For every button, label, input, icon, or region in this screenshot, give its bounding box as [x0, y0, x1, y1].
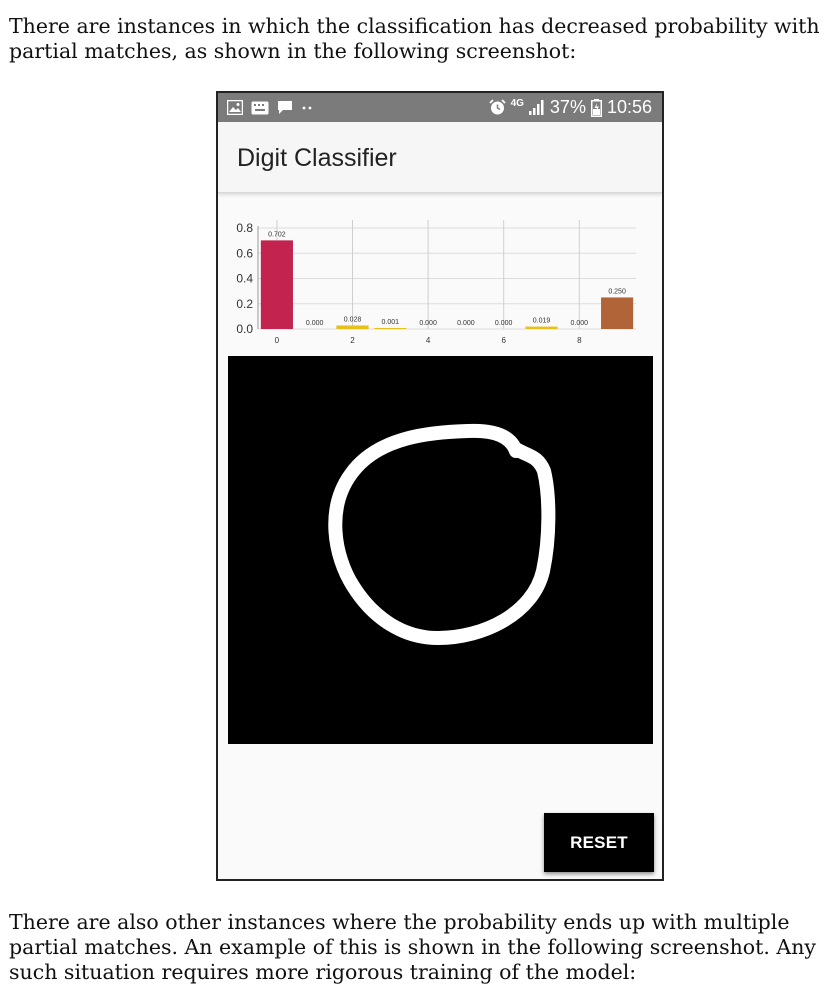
- followup-paragraph: There are also other instances where the…: [9, 910, 816, 984]
- more-dots-icon: [302, 106, 312, 109]
- y-tick-label: 0.8: [236, 221, 253, 235]
- signal-icon: [528, 100, 544, 115]
- bar-digit-3: [374, 328, 407, 329]
- app-bar: Digit Classifier: [218, 122, 662, 193]
- bar-value-label: 0.250: [608, 288, 626, 295]
- bar-digit-2: [336, 325, 369, 329]
- status-bar: 4G 37% 10:56: [218, 93, 662, 122]
- bar-digit-9: [601, 297, 634, 329]
- battery-percent: 37%: [549, 97, 586, 117]
- image-icon: [227, 100, 243, 115]
- y-tick-label: 0.6: [236, 246, 253, 260]
- bar-value-label: 0.000: [419, 320, 437, 327]
- x-tick-label: 6: [501, 336, 506, 345]
- network-4g-icon: 4G: [510, 97, 524, 109]
- x-tick-label: 8: [577, 336, 582, 345]
- x-tick-label: 2: [350, 336, 355, 345]
- bar-value-label: 0.702: [268, 231, 286, 238]
- chat-bubble-icon: [278, 101, 292, 114]
- bar-digit-7: [525, 326, 558, 329]
- intro-paragraph: There are instances in which the classif…: [9, 14, 820, 63]
- x-tick-label: 0: [275, 336, 280, 345]
- app-title: Digit Classifier: [237, 144, 397, 172]
- y-tick-label: 0.2: [236, 297, 253, 311]
- alarm-icon: [488, 99, 506, 115]
- drawn-digit-stroke: [328, 423, 556, 645]
- bar-value-label: 0.000: [495, 320, 513, 327]
- y-tick-label: 0.0: [236, 322, 253, 336]
- keyboard-icon: [251, 101, 269, 114]
- y-tick-label: 0.4: [236, 272, 253, 286]
- reset-button[interactable]: RESET: [544, 813, 654, 872]
- drawing-canvas[interactable]: [228, 356, 653, 744]
- probability-bar-chart: 0.8 0.6 0.4 0.2 0.0 0.702 0.000 0.028 0.001 0.000…: [236, 220, 636, 345]
- bar-value-label: 0.000: [306, 320, 324, 327]
- bar-value-label: 0.001: [382, 319, 400, 326]
- bar-value-label: 0.000: [457, 320, 475, 327]
- battery-icon: [590, 98, 602, 117]
- phone-screenshot: 4G 37% 10:56 Digit Classifier 0.8 0.6 0.4 0…: [216, 91, 664, 881]
- bar-value-label: 0.019: [533, 318, 551, 325]
- x-tick-label: 4: [426, 336, 431, 345]
- clock-time: 10:56: [606, 97, 652, 117]
- bar-digit-0: [260, 240, 293, 329]
- bar-value-label: 0.000: [571, 320, 589, 327]
- bar-value-label: 0.028: [344, 316, 362, 323]
